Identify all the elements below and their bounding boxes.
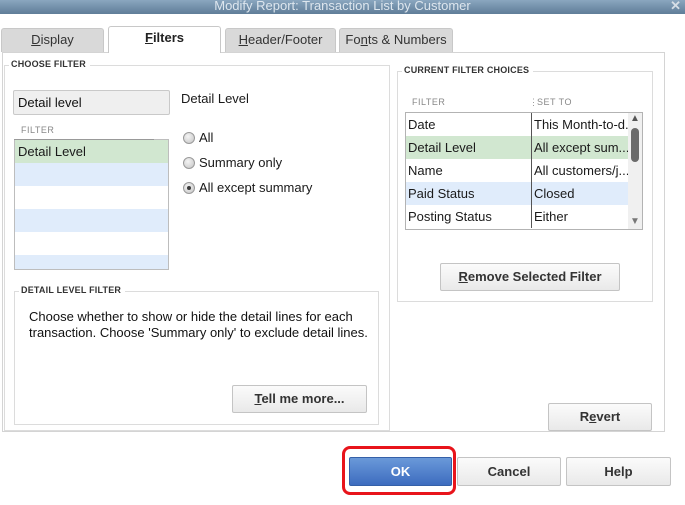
tell-me-more-button[interactable]: Tell me more... [232,385,367,413]
remove-selected-filter-button[interactable]: Remove Selected Filter [440,263,620,291]
tab-accel: H [238,32,248,47]
list-item[interactable] [15,209,168,232]
list-header-divider [14,139,154,140]
radio-unchecked-icon[interactable] [183,157,195,169]
tab-filters[interactable]: Filters [108,26,221,53]
vertical-scrollbar[interactable]: ▲ ▼ [628,113,642,229]
cell-filter: Posting Status [406,205,532,228]
filter-list-header: FILTER [21,125,55,135]
list-item[interactable] [15,186,168,209]
choose-filter-label: CHOOSE FILTER [9,59,90,69]
list-item[interactable]: Detail Level [15,140,168,163]
cell-filter: Paid Status [406,182,532,205]
list-item[interactable] [15,163,168,186]
cell-filter: Detail Level [406,136,532,159]
filter-description: Choose whether to show or hide the detai… [29,309,368,340]
radio-label: All except summary [199,180,313,195]
scroll-down-arrow-icon[interactable]: ▼ [630,216,640,227]
tab-label-rest: isplay [40,32,74,47]
button-accel: R [458,269,468,284]
list-item[interactable] [15,232,168,255]
table-row[interactable]: Detail Level All except sum... [406,136,642,159]
scroll-thumb[interactable] [631,128,639,162]
filter-list[interactable]: Detail Level [14,139,169,270]
tab-display[interactable]: Display [1,28,104,52]
revert-button[interactable]: Revert [548,403,652,431]
tab-label-rest: ilters [152,30,185,45]
button-label-rest: vert [596,409,621,424]
tab-fonts-numbers[interactable]: Fonts & Numbers [339,28,453,52]
radio-label: Summary only [199,155,283,170]
list-item[interactable] [15,255,168,269]
tab-header-footer[interactable]: Header/Footer [225,28,336,52]
tab-accel: n [360,32,368,47]
selected-filter-title: Detail Level [181,91,249,106]
scroll-up-arrow-icon[interactable]: ▲ [630,113,640,124]
button-label-prefix: R [579,409,590,424]
table-row[interactable]: Paid Status Closed [406,182,642,205]
radio-unchecked-icon[interactable] [183,132,195,144]
tab-label-prefix: Fo [345,32,361,47]
current-filters-table[interactable]: Date This Month-to-d... Detail Level All… [405,112,643,230]
radio-all-except-summary[interactable]: All except summary [183,181,312,197]
tab-label-rest: ts & Numbers [367,32,447,47]
cell-set-to: All except sum... [534,140,628,155]
col-header-set-to[interactable]: SET TO [537,97,572,107]
button-label: emove Selected Filter [467,269,602,284]
cell-set-to: All customers/j... [534,163,628,178]
radio-all[interactable]: All [183,131,213,147]
window-title: Modify Report: Transaction List by Custo… [214,0,471,13]
cell-set-to: This Month-to-d... [534,117,628,132]
radio-summary-only[interactable]: Summary only [183,156,282,172]
tab-accel: F [144,30,153,45]
cancel-button[interactable]: Cancel [457,457,561,486]
close-icon[interactable]: ✕ [670,0,681,12]
title-bar: Modify Report: Transaction List by Custo… [0,0,685,14]
table-row[interactable]: Posting Status Either [406,205,642,228]
cell-filter: Date [406,113,532,136]
detail-level-filter-label: DETAIL LEVEL FILTER [19,285,126,295]
table-row[interactable]: Date This Month-to-d... [406,113,642,136]
radio-checked-icon[interactable] [183,182,195,194]
filter-search-input[interactable]: Detail level [13,90,170,115]
button-label: ell me more... [261,391,345,406]
tab-label-rest: eader/Footer [247,32,323,47]
col-header-filter[interactable]: FILTER [412,97,445,107]
cell-filter: Name [406,159,532,182]
ok-highlight-annotation [342,446,456,495]
cell-set-to: Closed [534,186,575,201]
cell-set-to: Either [534,209,568,224]
tab-accel: D [31,32,41,47]
radio-label: All [199,130,214,145]
table-row[interactable]: Name All customers/j... [406,159,642,182]
help-button[interactable]: Help [566,457,671,486]
current-filter-choices-label: CURRENT FILTER CHOICES [402,65,534,75]
